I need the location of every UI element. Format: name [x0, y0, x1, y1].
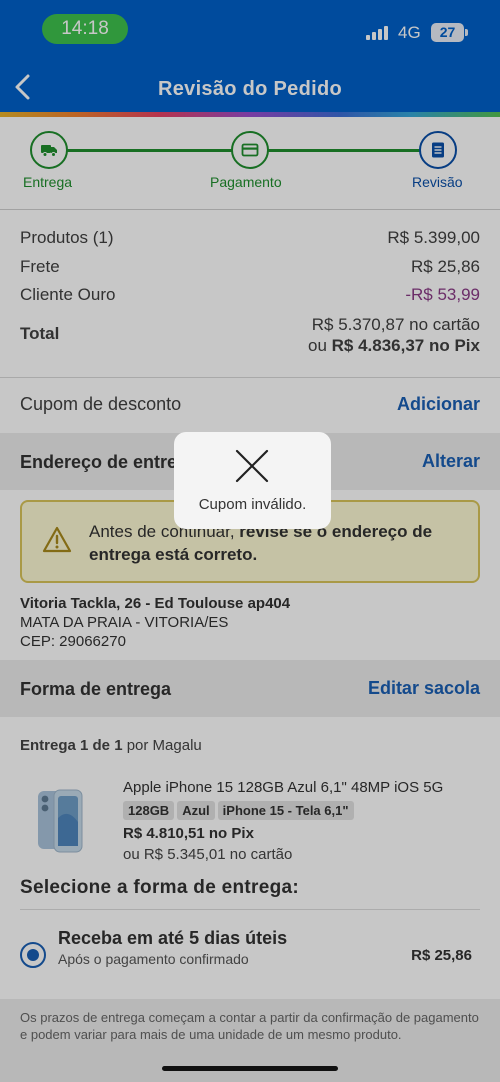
home-indicator[interactable]	[162, 1066, 338, 1071]
modal-overlay	[0, 0, 500, 1082]
error-toast: Cupom inválido.	[174, 432, 331, 529]
toast-message: Cupom inválido.	[198, 496, 307, 513]
close-icon	[235, 449, 269, 483]
